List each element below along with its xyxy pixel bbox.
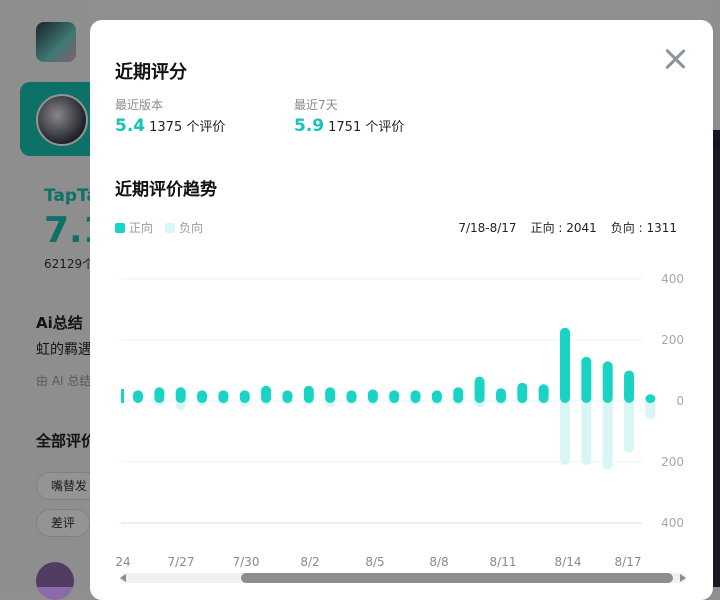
negative-bar	[560, 399, 570, 466]
negative-bar	[602, 399, 613, 470]
trend-summary: 7/18-8/17 正向 : 2041 负向 : 1311	[444, 219, 677, 236]
positive-bar	[538, 384, 549, 403]
legend-positive-label[interactable]: 正向	[129, 219, 153, 236]
x-tick-label: 7/30	[233, 555, 260, 569]
y-tick-label: 400	[661, 272, 684, 286]
positive-bar	[645, 394, 656, 403]
positive-bar	[303, 385, 314, 403]
latest-version-label: 最近版本	[115, 98, 164, 112]
negative-total: 负向 : 1311	[610, 221, 677, 235]
latest-version-score: 5.4	[115, 116, 146, 136]
positive-bar	[325, 387, 336, 403]
x-tick-label: 8/17	[615, 555, 642, 569]
legend-positive-swatch	[115, 222, 125, 233]
legend-negative-swatch	[165, 222, 176, 233]
x-tick-label: 7/27	[168, 555, 195, 569]
positive-bar	[154, 387, 165, 403]
latest-version-stat: 最近版本 5.4 1375 个评价	[115, 96, 225, 136]
positive-bar	[175, 387, 186, 403]
positive-bar	[410, 390, 421, 403]
positive-bar	[133, 390, 143, 403]
positive-bar-partial	[121, 389, 124, 403]
positive-bar	[389, 390, 400, 403]
positive-bar	[624, 370, 635, 403]
latest-version-count: 1375 个评价	[149, 120, 226, 135]
positive-bar	[218, 390, 229, 403]
trend-chart: 400 200 0 200 400 24 7/27 7/30 8/2 8/5 8/8 8/11 8/14…	[115, 272, 686, 583]
y-tick-label: 200	[661, 455, 684, 469]
y-tick-label: 400	[661, 516, 684, 530]
positive-bar	[239, 390, 250, 403]
trend-title: 近期评价趋势	[115, 180, 217, 200]
x-tick-label: 8/2	[300, 555, 319, 569]
negative-bar	[581, 399, 592, 466]
positive-bar	[560, 327, 570, 403]
positive-bar	[474, 376, 485, 403]
positive-total: 正向 : 2041	[530, 221, 597, 235]
ratings-modal: 近期评分 最近版本 5.4 1375 个评价 最近7天 5.9 1751 个评价 近…	[90, 20, 713, 600]
positive-bar	[517, 382, 528, 403]
positive-bar	[197, 390, 208, 403]
close-icon[interactable]	[662, 46, 688, 72]
positive-bar	[495, 388, 506, 403]
x-tick-label: 24	[115, 555, 130, 569]
x-tick-label: 8/11	[490, 555, 517, 569]
last-7-days-count: 1751 个评价	[328, 120, 405, 135]
x-tick-label: 8/8	[429, 555, 448, 569]
positive-bar	[367, 389, 378, 403]
positive-bar	[602, 361, 613, 403]
legend-negative-label[interactable]: 负向	[179, 219, 203, 236]
y-tick-label: 200	[661, 333, 684, 347]
positive-bar	[581, 356, 592, 403]
positive-bar	[453, 387, 464, 403]
last-7-days-label: 最近7天	[294, 98, 338, 112]
last-7-days-score: 5.9	[294, 116, 325, 136]
y-tick-label: 0	[676, 394, 684, 408]
positive-bar	[282, 390, 293, 403]
x-tick-label: 8/5	[365, 555, 384, 569]
modal-title: 近期评分	[115, 62, 187, 83]
x-tick-label: 8/14	[555, 555, 582, 569]
positive-bar	[431, 390, 442, 403]
last-7-days-stat: 最近7天 5.9 1751 个评价	[294, 96, 404, 136]
chart-legend: 正向 负向	[115, 219, 203, 236]
negative-bar	[624, 399, 635, 453]
chart-scrollbar-thumb[interactable]	[241, 573, 673, 583]
positive-bar	[346, 390, 357, 403]
date-range: 7/18-8/17	[458, 221, 517, 235]
positive-bar	[261, 385, 272, 403]
